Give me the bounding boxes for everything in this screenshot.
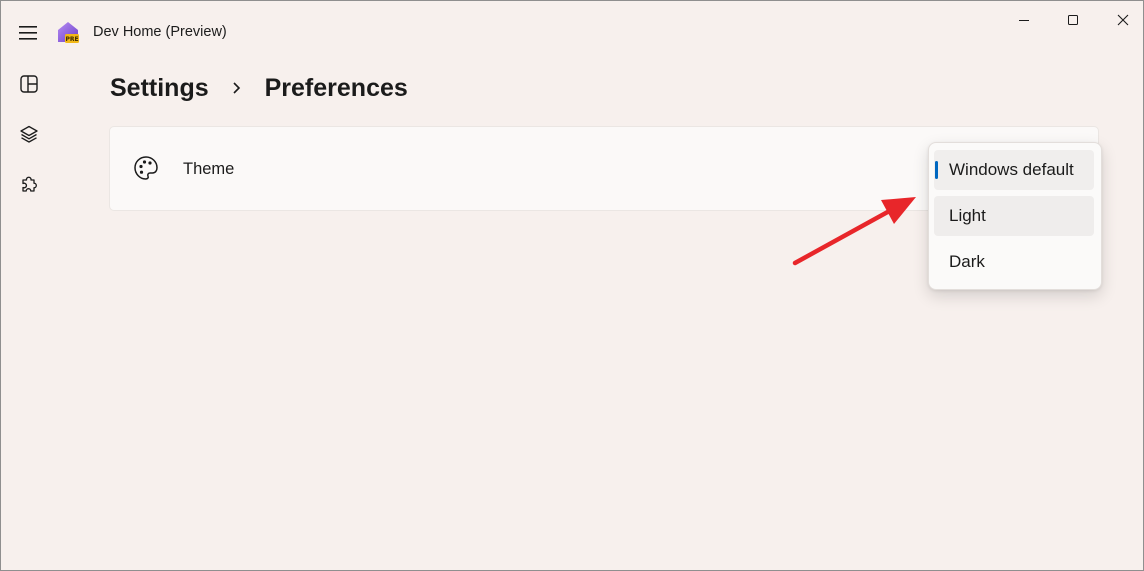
selection-indicator [935, 161, 938, 179]
layers-icon [20, 125, 38, 143]
dashboard-icon [20, 75, 38, 93]
maximize-button[interactable] [1050, 7, 1096, 33]
breadcrumb-settings-link[interactable]: Settings [110, 74, 209, 103]
option-label: Dark [949, 252, 985, 271]
hamburger-icon [19, 26, 37, 40]
option-label: Windows default [949, 160, 1074, 179]
palette-icon [132, 154, 160, 182]
nav-item-machine-configuration[interactable] [14, 119, 44, 149]
theme-label: Theme [183, 160, 235, 178]
page-title: Preferences [264, 73, 408, 102]
chevron-right-icon [231, 81, 241, 95]
theme-dropdown-list[interactable]: Windows default Light Dark [928, 142, 1102, 290]
puzzle-icon [22, 176, 37, 192]
theme-option-windows-default[interactable]: Windows default [934, 150, 1094, 190]
close-button[interactable] [1100, 7, 1143, 33]
nav-item-extensions[interactable] [14, 169, 44, 199]
theme-option-dark[interactable]: Dark [934, 242, 1094, 282]
app-title: Dev Home (Preview) [93, 24, 227, 40]
breadcrumb: Settings Preferences [110, 71, 408, 105]
app-logo: PRE [56, 21, 80, 45]
close-icon [1117, 14, 1129, 26]
app-window: PRE Dev Home (Preview) Settings Preferen… [0, 0, 1144, 571]
minimize-button[interactable] [1001, 7, 1047, 33]
hamburger-menu-button[interactable] [14, 19, 42, 47]
nav-item-dashboard[interactable] [14, 69, 44, 99]
theme-option-light[interactable]: Light [934, 196, 1094, 236]
minimize-icon [1019, 20, 1029, 21]
maximize-icon [1068, 15, 1078, 25]
svg-text:PRE: PRE [65, 36, 78, 43]
option-label: Light [949, 206, 986, 225]
title-bar: PRE Dev Home (Preview) [1, 1, 1143, 63]
